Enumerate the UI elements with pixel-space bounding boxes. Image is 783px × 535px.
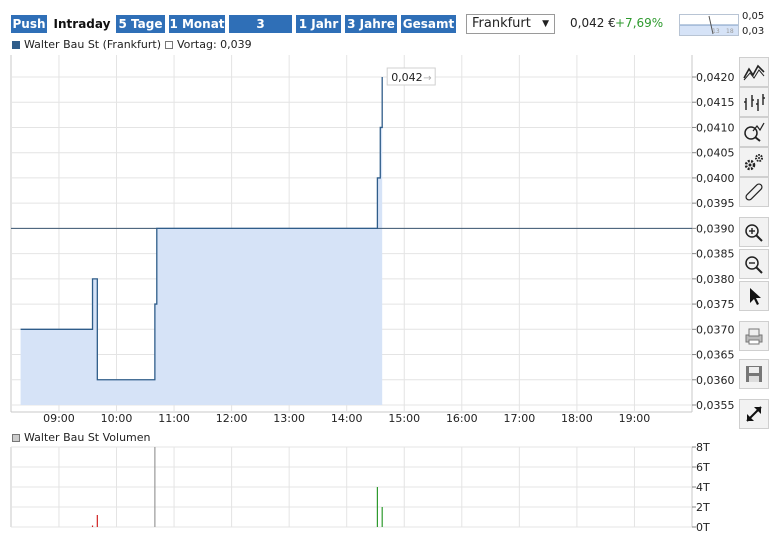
- cursor-button[interactable]: [739, 281, 769, 311]
- x-tick-label: 09:00: [43, 412, 75, 425]
- volume-y-tick-label: 2T: [696, 501, 710, 514]
- print-button[interactable]: [739, 321, 769, 351]
- zoom-out-icon: [745, 256, 763, 274]
- mini-label-high: 0,05: [742, 11, 765, 22]
- ohlc-chart-icon: [744, 94, 765, 111]
- zoom-in-button[interactable]: [739, 217, 769, 247]
- price-y-tick-label: 0,0400: [696, 172, 735, 185]
- price-y-tick-label: 0,0375: [696, 298, 735, 311]
- x-tick-label: 18:00: [561, 412, 593, 425]
- draw-line-button[interactable]: [739, 177, 769, 207]
- x-tick-label: 12:00: [216, 412, 248, 425]
- x-tick-label: 11:00: [158, 412, 190, 425]
- zoom-in-icon: [745, 224, 763, 242]
- fullscreen-button[interactable]: [739, 399, 769, 429]
- draw-line-icon: [745, 183, 763, 201]
- fullscreen-icon: [746, 406, 762, 422]
- cursor-icon: [750, 288, 761, 305]
- save-button[interactable]: [739, 359, 769, 389]
- price-y-tick-label: 0,0365: [696, 349, 735, 362]
- price-y-tick-label: 0,0355: [696, 399, 735, 412]
- price-y-tick-label: 0,0410: [696, 121, 735, 134]
- x-tick-label: 10:00: [101, 412, 133, 425]
- x-tick-label: 14:00: [331, 412, 363, 425]
- price-y-tick-label: 0,0360: [696, 374, 735, 387]
- settings-gears-icon: [744, 154, 763, 171]
- price-y-tick-label: 0,0380: [696, 273, 735, 286]
- price-chart[interactable]: 0,0355 0,0360 0,0365 0,0370 0,0375 0,0380 0,03…: [0, 0, 740, 535]
- volume-y-tick-label: 6T: [696, 461, 710, 474]
- settings-button[interactable]: [739, 147, 769, 177]
- x-tick-label: 17:00: [504, 412, 536, 425]
- x-tick-label: 15:00: [388, 412, 420, 425]
- volume-y-tick-label: 8T: [696, 441, 710, 454]
- save-icon: [746, 366, 762, 382]
- price-y-tick-label: 0,0385: [696, 248, 735, 261]
- price-y-tick-label: 0,0420: [696, 71, 735, 84]
- x-tick-label: 19:00: [619, 412, 651, 425]
- ohlc-chart-button[interactable]: [739, 87, 769, 117]
- price-y-tick-label: 0,0395: [696, 197, 735, 210]
- line-chart-icon: [743, 64, 765, 81]
- volume-y-tick-label: 4T: [696, 481, 710, 494]
- zoom-out-button[interactable]: [739, 249, 769, 279]
- x-tick-label: 13:00: [273, 412, 305, 425]
- last-value-label: 0,042: [391, 71, 423, 84]
- price-y-tick-label: 0,0390: [696, 222, 735, 235]
- print-icon: [745, 328, 763, 345]
- line-chart-button[interactable]: [739, 57, 769, 87]
- price-y-tick-label: 0,0415: [696, 96, 735, 109]
- price-y-tick-label: 0,0370: [696, 323, 735, 336]
- mini-label-low: 0,03: [742, 26, 765, 37]
- x-tick-label: 16:00: [446, 412, 478, 425]
- indicator-search-icon: [744, 122, 765, 142]
- arrow-right-icon: →: [423, 73, 431, 84]
- price-y-tick-label: 0,0405: [696, 147, 735, 160]
- price-area-fill: [20, 77, 383, 405]
- indicator-search-button[interactable]: [739, 117, 769, 147]
- volume-y-tick-label: 0T: [696, 521, 710, 534]
